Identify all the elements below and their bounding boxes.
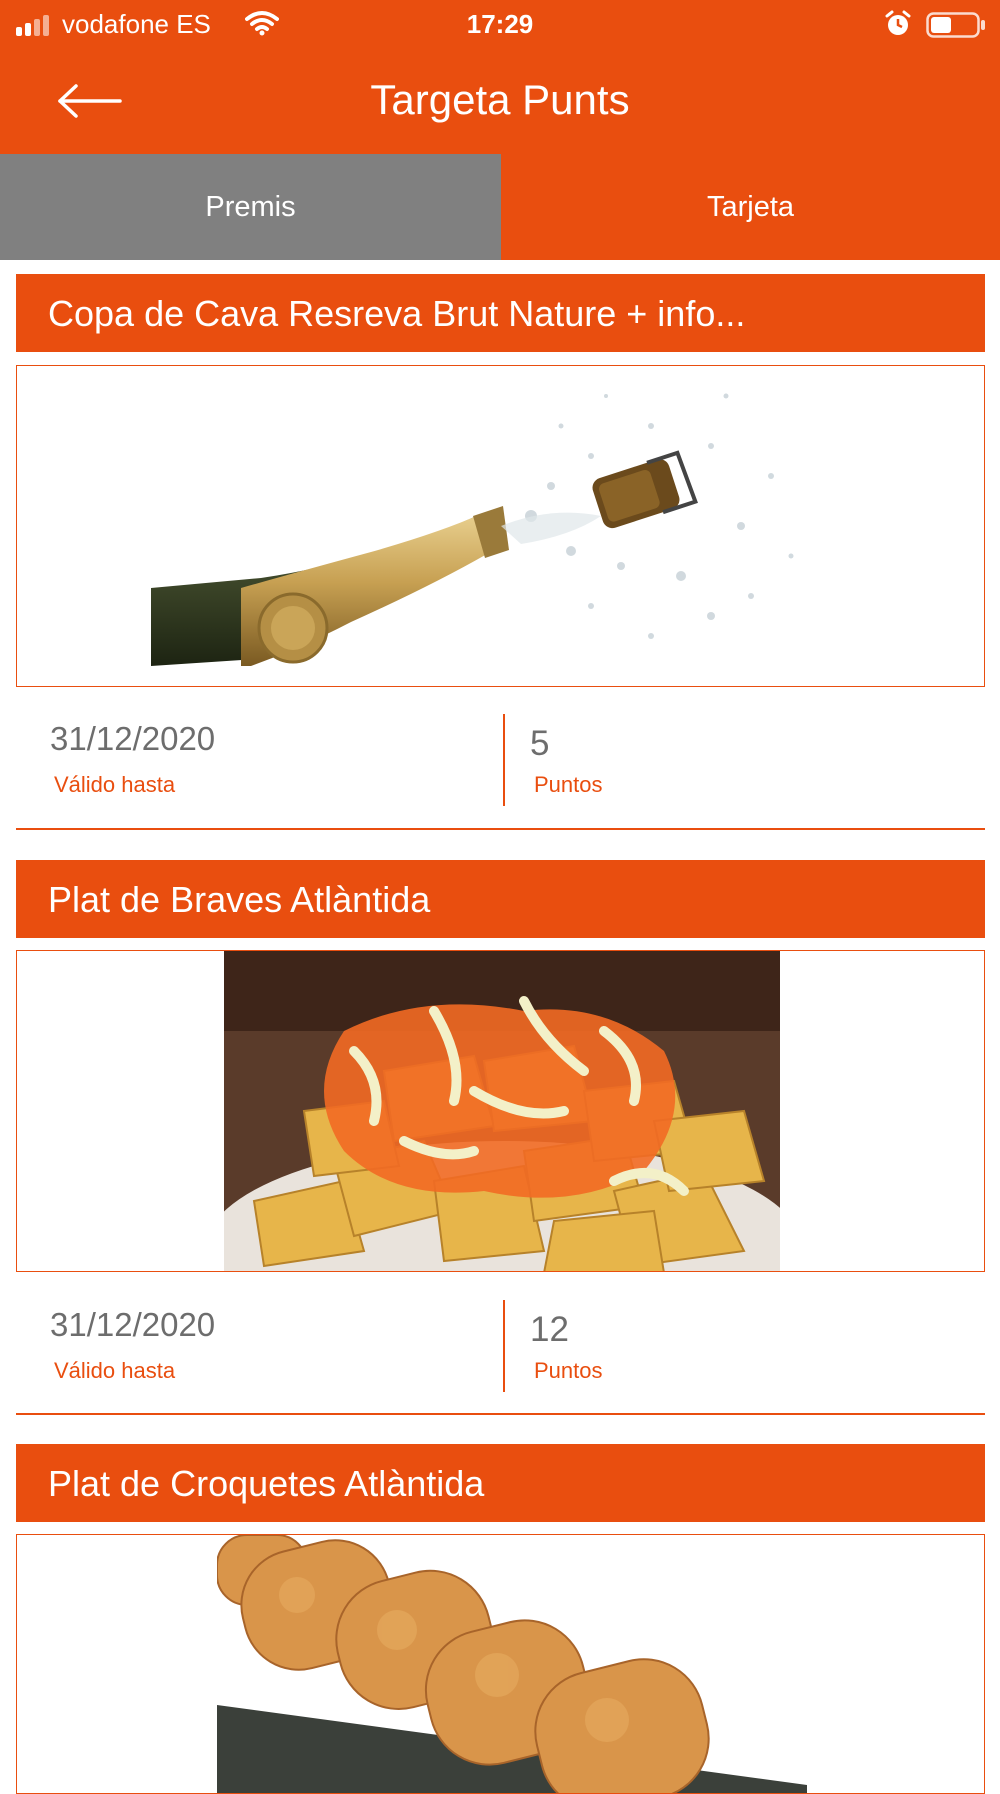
tab-premis[interactable]: Premis — [0, 154, 501, 260]
croquetas-image — [16, 1534, 985, 1794]
tab-bar: Premis Tarjeta — [0, 154, 1000, 260]
reward-title[interactable]: Plat de Braves Atlàntida — [16, 860, 985, 938]
tab-tarjeta[interactable]: Tarjeta — [501, 154, 1000, 260]
points-label: Puntos — [534, 1358, 603, 1383]
points-label: Puntos — [534, 772, 603, 797]
nav-bar: Targeta Punts — [0, 50, 1000, 154]
alarm-icon — [885, 10, 911, 35]
app-header: vodafone ES 17:29 Targeta Punts — [0, 0, 1000, 154]
reward-info: 31/12/2020 Válido hasta 5 Puntos — [16, 706, 985, 826]
divider — [503, 714, 505, 806]
card-divider — [16, 828, 985, 830]
reward-info: 31/12/2020 Válido hasta 12 Puntos — [16, 1292, 985, 1412]
card-divider — [16, 1413, 985, 1415]
points-value: 12 — [530, 1310, 569, 1349]
valid-until-date: 31/12/2020 — [50, 1306, 216, 1343]
battery-icon — [926, 12, 985, 38]
valid-until-label: Válido hasta — [54, 1358, 176, 1383]
reward-title[interactable]: Copa de Cava Resreva Brut Nature + info.… — [16, 274, 985, 352]
valid-until-date: 31/12/2020 — [50, 720, 216, 757]
status-bar: vodafone ES 17:29 — [0, 0, 1000, 50]
reward-title[interactable]: Plat de Croquetes Atlàntida — [16, 1444, 985, 1522]
valid-until-label: Válido hasta — [54, 772, 176, 797]
patatas-bravas-image — [16, 950, 985, 1272]
status-time: 17:29 — [466, 9, 534, 39]
page-title: Targeta Punts — [370, 76, 630, 123]
points-value: 5 — [530, 724, 550, 763]
divider — [503, 1300, 505, 1392]
champagne-bottle-image — [16, 365, 985, 687]
